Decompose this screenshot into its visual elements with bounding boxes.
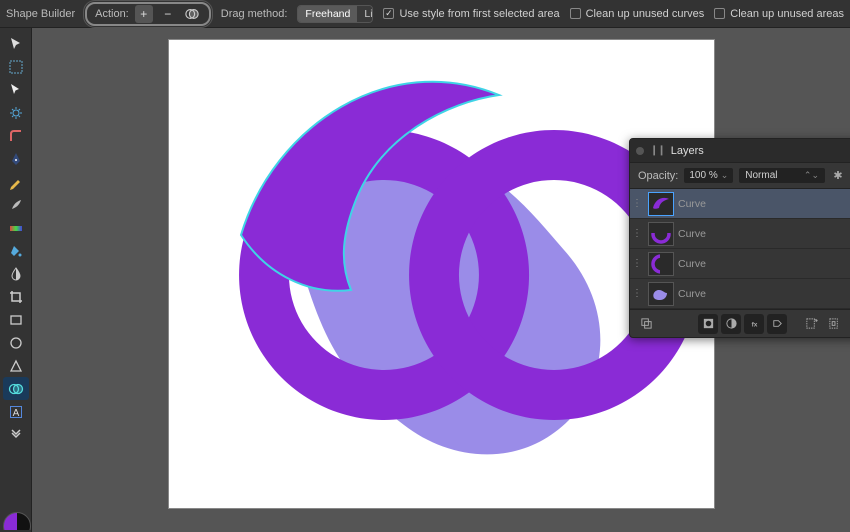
action-subtract-button[interactable]: − [159,5,177,23]
checkbox-cleanup-areas[interactable]: Clean up unused areas [714,8,844,20]
layer-thumbnail [648,282,674,306]
svg-text:fx: fx [751,321,757,328]
pen-tool[interactable] [3,147,29,170]
layer-name: Curve [678,228,706,240]
panel-collapse-icon[interactable]: ❙❙ [650,145,665,156]
layer-thumbnail [648,192,674,216]
panel-footer: fx + [630,309,850,337]
checkbox-cleanup-curves[interactable]: Clean up unused curves [570,8,705,20]
svg-text:+: + [815,319,818,325]
context-toolbar: Shape Builder Action: + − Drag method: F… [0,0,850,28]
drag-line-button[interactable]: Line [357,6,373,22]
tool-sidebar: A [0,28,32,532]
fx-icon[interactable]: fx [744,314,764,334]
layer-handle-icon[interactable]: ⋮ [630,198,644,209]
drag-freehand-button[interactable]: Freehand [298,6,357,22]
triangle-tool[interactable] [3,354,29,377]
opacity-row: Opacity: 100 %⌄ Normal⌃⌄ ✱ 🔒 [630,163,850,189]
checkbox-use-style[interactable]: Use style from first selected area [383,8,559,20]
layer-handle-icon[interactable]: ⋮ [630,258,644,269]
move-tool[interactable] [3,32,29,55]
checkbox-icon [714,8,725,19]
checkbox-icon [570,8,581,19]
panel-header[interactable]: ❙❙ Layers ≡ [630,139,850,163]
layer-thumbnail [648,222,674,246]
shape-builder-tool[interactable] [3,377,29,400]
layer-handle-icon[interactable]: ⋮ [630,228,644,239]
color-swatch[interactable] [3,512,31,530]
add-layer-icon[interactable]: + [801,314,821,334]
ellipse-tool[interactable] [3,331,29,354]
pencil-tool[interactable] [3,170,29,193]
action-label: Action: [95,8,129,20]
text-tool[interactable]: A [3,400,29,423]
gear-tool[interactable] [3,101,29,124]
checkbox-label: Use style from first selected area [399,8,559,20]
blend-mode-select[interactable]: Normal⌃⌄ [739,168,825,183]
layer-row[interactable]: ⋮ Curve [630,249,850,279]
opacity-label: Opacity: [638,170,678,182]
tag-icon[interactable] [767,314,787,334]
selection-tool[interactable] [3,55,29,78]
more-tools[interactable] [3,423,29,446]
fill-tool[interactable] [3,239,29,262]
gear-icon[interactable]: ✱ [831,169,845,183]
layer-row[interactable]: ⋮ Curve [630,189,850,219]
mask-icon[interactable] [698,314,718,334]
layer-handle-icon[interactable]: ⋮ [630,288,644,299]
layers-list: ⋮ Curve ⋮ Curve ⋮ Curve [630,189,850,309]
layer-name: Curve [678,258,706,270]
clip-icon[interactable] [636,314,656,334]
brush-tool[interactable] [3,193,29,216]
rectangle-tool[interactable] [3,308,29,331]
checkbox-icon [383,8,394,19]
adjustment-icon[interactable] [721,314,741,334]
layer-thumbnail [648,252,674,276]
node-tool[interactable] [3,78,29,101]
opacity-input[interactable]: 100 %⌄ [684,168,733,183]
panel-title: Layers [671,145,704,157]
action-intersect-button[interactable] [183,5,201,23]
svg-text:A: A [12,408,19,419]
action-group: Action: + − [85,2,211,26]
transparency-tool[interactable] [3,262,29,285]
layers-panel: ❙❙ Layers ≡ Opacity: 100 %⌄ Normal⌃⌄ ✱ 🔒… [629,138,850,338]
corner-tool[interactable] [3,124,29,147]
group-icon[interactable] [824,314,844,334]
action-add-button[interactable]: + [135,5,153,23]
layer-name: Curve [678,288,706,300]
checkbox-label: Clean up unused curves [586,8,705,20]
gradient-tool[interactable] [3,216,29,239]
layer-name: Curve [678,198,706,210]
drag-method-label: Drag method: [221,8,288,20]
canvas-area: ❙❙ Layers ≡ Opacity: 100 %⌄ Normal⌃⌄ ✱ 🔒… [32,28,850,532]
tool-title: Shape Builder [6,8,75,20]
layer-row[interactable]: ⋮ Curve [630,279,850,309]
panel-close-icon[interactable] [636,147,644,155]
layer-row[interactable]: ⋮ Curve [630,219,850,249]
drag-method-segment: Freehand Line Marquee [297,5,373,23]
checkbox-label: Clean up unused areas [730,8,844,20]
crop-tool[interactable] [3,285,29,308]
